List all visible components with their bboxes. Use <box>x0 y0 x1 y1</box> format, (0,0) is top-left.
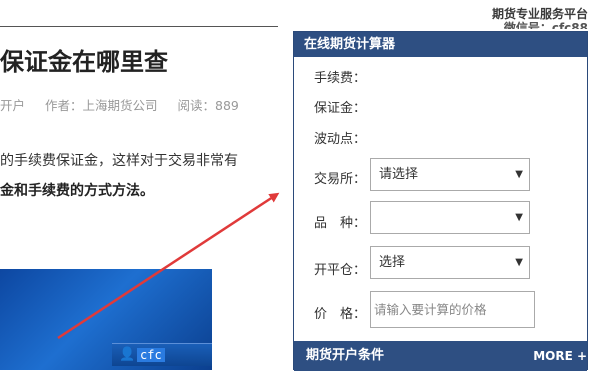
futures-calculator-panel: 在线期货计算器 手续费： 保证金： 波动点： 交易所： 请选择 ▼ 品 种： ▼… <box>293 31 588 371</box>
product-row: 品 种： ▼ <box>314 201 574 242</box>
fee-label: 手续费： <box>314 71 367 86</box>
tick-row: 波动点： <box>314 128 366 147</box>
price-input[interactable]: 请输入要计算的价格 <box>370 291 535 328</box>
brand-badge: 期货专业服务平台 微信号：cfc88 <box>491 7 588 29</box>
calculator-title: 在线期货计算器 <box>294 32 587 57</box>
account-conditions-title: 期货开户条件 <box>306 348 385 363</box>
open-close-select-value: 选择 <box>379 255 406 270</box>
exchange-row: 交易所： 请选择 ▼ <box>314 158 574 198</box>
more-link[interactable]: MORE + <box>533 341 587 371</box>
open-close-row: 开平仓： 选择 ▼ <box>314 246 574 289</box>
chevron-down-icon: ▼ <box>515 212 523 223</box>
chevron-down-icon: ▼ <box>515 169 523 180</box>
exchange-select-value: 请选择 <box>379 167 419 182</box>
chevron-down-icon: ▼ <box>515 257 523 268</box>
product-label: 品 种： <box>314 216 367 231</box>
brand-name: 期货专业服务平台 <box>491 7 588 21</box>
price-label: 价 格： <box>314 307 367 322</box>
exchange-select[interactable]: 请选择 ▼ <box>370 158 530 191</box>
price-row: 价 格： 请输入要计算的价格 <box>314 291 574 340</box>
margin-row: 保证金： <box>314 97 366 116</box>
fee-row: 手续费： <box>314 67 366 86</box>
exchange-label: 交易所： <box>314 172 367 187</box>
price-input-placeholder: 请输入要计算的价格 <box>374 302 487 317</box>
product-select[interactable]: ▼ <box>370 201 530 234</box>
margin-label: 保证金： <box>314 101 367 116</box>
tick-label: 波动点： <box>314 132 367 147</box>
open-close-label: 开平仓： <box>314 263 367 278</box>
account-conditions-bar: 期货开户条件 MORE + <box>294 341 587 371</box>
open-close-select[interactable]: 选择 ▼ <box>370 246 530 279</box>
